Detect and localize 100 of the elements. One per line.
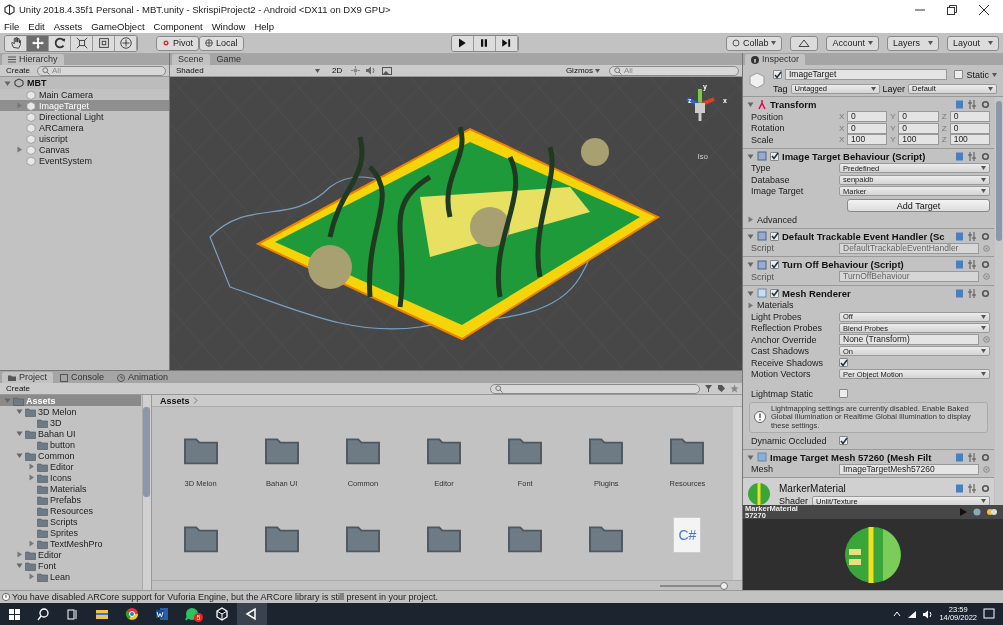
menu-item[interactable]: Window xyxy=(211,20,246,32)
2d-toggle[interactable]: 2D xyxy=(329,65,346,76)
folder-tree-item[interactable]: Bahan UI xyxy=(0,428,141,439)
settings-icon[interactable] xyxy=(981,231,990,241)
dropdown-button[interactable]: Account xyxy=(826,35,879,51)
folder-tree-item[interactable]: button xyxy=(0,439,141,450)
enabled-checkbox[interactable] xyxy=(770,260,779,269)
menu-item[interactable]: Assets xyxy=(53,20,83,32)
menu-item[interactable]: Component xyxy=(153,20,203,32)
number-field[interactable]: 100 xyxy=(898,134,939,146)
number-field[interactable]: 0 xyxy=(847,111,888,123)
audio-icon[interactable] xyxy=(366,66,377,75)
panel-tab[interactable]: Hierarchy xyxy=(2,54,64,65)
number-field[interactable]: 0 xyxy=(898,111,939,123)
task-view-icon[interactable] xyxy=(66,607,79,621)
close-icon[interactable] xyxy=(979,4,989,15)
network-icon[interactable] xyxy=(907,609,918,619)
maximize-icon[interactable] xyxy=(947,4,957,15)
taskbar-app-button[interactable] xyxy=(237,603,267,625)
start-button[interactable] xyxy=(8,607,21,621)
tool-button[interactable] xyxy=(5,35,27,51)
hierarchy-item[interactable]: EventSystem xyxy=(0,155,169,166)
scrollbar[interactable] xyxy=(733,407,742,580)
checkbox[interactable] xyxy=(839,358,848,368)
pivot-button[interactable]: Pivot xyxy=(156,35,199,51)
panel-tab[interactable]: Game xyxy=(210,54,248,65)
breadcrumb[interactable]: Assets xyxy=(160,395,190,406)
sliders-icon[interactable] xyxy=(968,231,977,241)
enabled-checkbox[interactable] xyxy=(770,231,779,241)
tool-button[interactable] xyxy=(115,35,137,51)
sliders-icon[interactable] xyxy=(968,483,977,493)
play-button[interactable] xyxy=(451,35,474,51)
panel-tab[interactable]: Animation xyxy=(111,372,175,383)
script-file-icon[interactable]: C# xyxy=(673,517,702,553)
menu-item[interactable]: GameObject xyxy=(91,20,145,32)
notifications-icon[interactable] xyxy=(983,608,995,620)
folder-tree-item[interactable]: Sprites xyxy=(0,527,141,538)
cloud-button[interactable] xyxy=(790,35,819,51)
folder-tree-item[interactable]: Prefabs xyxy=(0,494,141,505)
book-icon[interactable] xyxy=(955,231,964,241)
gizmos-dropdown[interactable]: Gizmos xyxy=(562,65,603,76)
sliders-icon[interactable] xyxy=(968,260,977,269)
sliders-icon[interactable] xyxy=(968,288,977,298)
menu-item[interactable]: Edit xyxy=(28,20,45,32)
collab-button[interactable]: Collab xyxy=(725,35,783,51)
number-field[interactable]: 0 xyxy=(847,122,888,134)
scrollbar-thumb[interactable] xyxy=(996,101,1002,241)
foldout-label[interactable]: Materials xyxy=(757,300,794,311)
pause-button[interactable] xyxy=(473,35,496,51)
folder-tree-item[interactable]: Icons xyxy=(0,472,141,483)
local-button[interactable]: Local xyxy=(199,35,244,51)
menu-item[interactable]: File xyxy=(4,20,20,32)
settings-icon[interactable] xyxy=(981,151,990,161)
number-field[interactable]: 0 xyxy=(898,122,939,134)
hierarchy-item[interactable]: Canvas xyxy=(0,144,169,155)
object-field[interactable]: None (Transform) xyxy=(839,334,979,346)
folder-tree-item[interactable]: 3D Melon xyxy=(0,406,141,417)
step-button[interactable] xyxy=(495,35,518,51)
tool-button[interactable] xyxy=(49,35,71,51)
chevron-up-icon[interactable] xyxy=(893,611,902,617)
hierarchy-item[interactable]: ARCamera xyxy=(0,122,169,133)
panel-tab[interactable]: Inspector xyxy=(745,54,806,65)
search-icon[interactable] xyxy=(37,607,50,621)
static-checkbox[interactable] xyxy=(954,70,964,79)
object-name-field[interactable]: ImageTarget xyxy=(785,69,948,80)
number-field[interactable]: 0 xyxy=(949,111,990,123)
folder-tree-item[interactable]: Resources xyxy=(0,505,141,516)
checkbox[interactable] xyxy=(839,436,848,446)
sliders-icon[interactable] xyxy=(968,100,977,109)
create-button[interactable]: Create xyxy=(3,65,33,76)
folder-tree-item[interactable]: Editor xyxy=(0,549,141,560)
panel-tab[interactable]: Console xyxy=(54,372,111,383)
shading-dropdown[interactable]: Shaded xyxy=(173,65,323,76)
checkbox[interactable] xyxy=(839,389,848,399)
number-field[interactable]: 100 xyxy=(847,134,888,146)
dropdown-button[interactable]: Layout xyxy=(947,35,999,51)
settings-icon[interactable] xyxy=(981,483,990,493)
sliders-icon[interactable] xyxy=(968,151,977,161)
dropdown-button[interactable]: Layers xyxy=(887,35,939,51)
number-field[interactable]: 0 xyxy=(949,122,990,134)
settings-icon[interactable] xyxy=(981,260,990,269)
star-icon[interactable] xyxy=(730,384,739,393)
folder-tree-item[interactable]: Lean xyxy=(0,571,141,582)
hierarchy-item[interactable]: uiscript xyxy=(0,133,169,144)
book-icon[interactable] xyxy=(955,100,964,109)
scrollbar-thumb[interactable] xyxy=(143,407,150,497)
foldout-label[interactable]: Advanced xyxy=(757,214,798,225)
folder-tree-item[interactable]: Scripts xyxy=(0,516,141,527)
hierarchy-item[interactable]: Main Camera xyxy=(0,89,169,100)
folder-tree-item[interactable]: Editor xyxy=(0,461,141,472)
sliders-icon[interactable] xyxy=(968,452,977,462)
book-icon[interactable] xyxy=(955,288,964,298)
book-icon[interactable] xyxy=(955,483,964,493)
folder-tree-item[interactable]: 3D xyxy=(0,417,141,428)
panel-tab[interactable]: Scene xyxy=(172,54,210,65)
scene-name[interactable]: MBT xyxy=(27,78,47,88)
create-button[interactable]: Create xyxy=(3,383,33,394)
book-icon[interactable] xyxy=(955,260,964,269)
folder-tree-item[interactable]: Font xyxy=(0,560,141,571)
settings-icon[interactable] xyxy=(981,452,990,462)
